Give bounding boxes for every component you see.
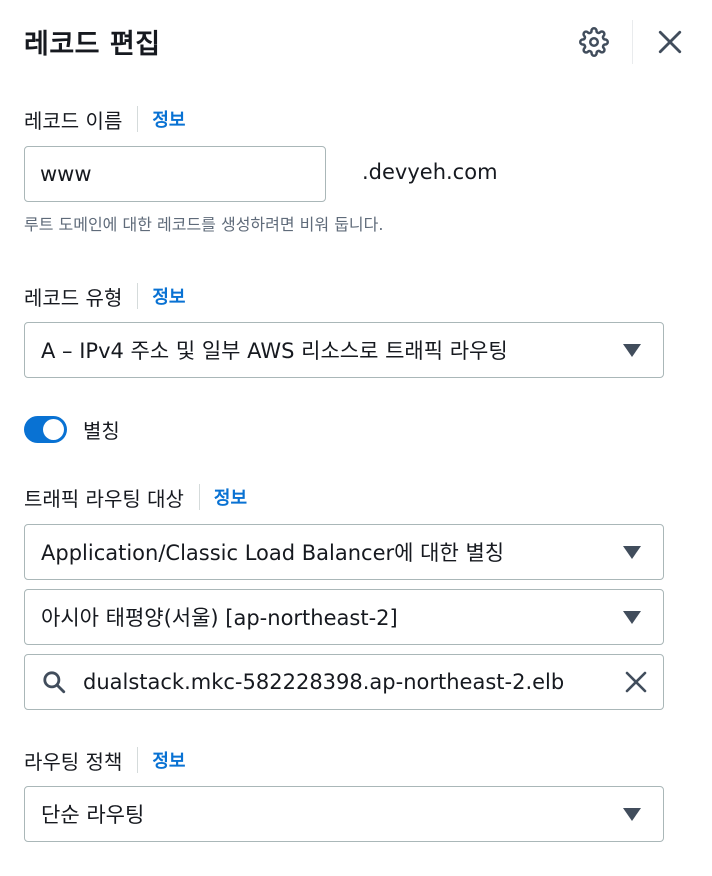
traffic-target-label-row: 트래픽 라우팅 대상 정보 — [24, 482, 247, 512]
alias-label: 별칭 — [83, 418, 120, 443]
routing-policy-select[interactable]: 단순 라우팅 — [24, 786, 664, 842]
domain-suffix: .devyeh.com — [362, 160, 498, 184]
panel-title: 레코드 편집 — [24, 29, 161, 60]
record-type-label: 레코드 유형 — [24, 285, 123, 310]
label-divider — [198, 484, 200, 510]
record-name-hint: 루트 도메인에 대한 레코드를 생성하려면 비워 둡니다. — [24, 215, 384, 234]
endpoint-type-value: Application/Classic Load Balancer에 대한 별칭 — [41, 541, 505, 565]
caret-down-icon — [623, 807, 641, 821]
region-select[interactable]: 아시아 태평양(서울) [ap-northeast-2] — [24, 589, 664, 645]
alias-toggle[interactable] — [24, 415, 67, 443]
close-icon — [658, 30, 682, 54]
record-name-label-row: 레코드 이름 정보 — [24, 104, 185, 134]
record-type-label-row: 레코드 유형 정보 — [24, 281, 185, 311]
routing-policy-value: 단순 라우팅 — [41, 803, 145, 827]
alias-toggle-row: 별칭 — [24, 412, 120, 446]
record-name-label: 레코드 이름 — [24, 108, 123, 133]
settings-button[interactable] — [574, 22, 614, 62]
record-type-info-link[interactable]: 정보 — [152, 283, 185, 309]
record-name-input[interactable] — [24, 146, 326, 202]
search-icon — [39, 667, 69, 697]
load-balancer-search — [24, 654, 664, 710]
caret-down-icon — [623, 343, 641, 357]
routing-policy-info-link[interactable]: 정보 — [152, 747, 185, 773]
traffic-target-label: 트래픽 라우팅 대상 — [24, 486, 184, 511]
routing-policy-label-row: 라우팅 정책 정보 — [24, 745, 185, 775]
clear-input-button[interactable] — [621, 667, 651, 697]
header-divider — [632, 20, 633, 64]
label-divider — [137, 106, 139, 132]
endpoint-type-select[interactable]: Application/Classic Load Balancer에 대한 별칭 — [24, 524, 664, 580]
caret-down-icon — [623, 545, 641, 559]
traffic-target-info-link[interactable]: 정보 — [214, 484, 247, 510]
record-type-select[interactable]: A – IPv4 주소 및 일부 AWS 리소스로 트래픽 라우팅 — [24, 322, 664, 378]
close-button[interactable] — [650, 22, 690, 62]
label-divider — [137, 283, 139, 309]
label-divider — [137, 747, 139, 773]
routing-policy-label: 라우팅 정책 — [24, 749, 123, 774]
toggle-knob — [43, 418, 64, 440]
region-value: 아시아 태평양(서울) [ap-northeast-2] — [41, 606, 398, 630]
record-name-info-link[interactable]: 정보 — [152, 106, 185, 132]
clear-icon — [625, 671, 647, 693]
load-balancer-input[interactable] — [83, 670, 609, 694]
gear-icon — [579, 27, 609, 57]
caret-down-icon — [623, 610, 641, 624]
record-type-value: A – IPv4 주소 및 일부 AWS 리소스로 트래픽 라우팅 — [41, 339, 508, 363]
